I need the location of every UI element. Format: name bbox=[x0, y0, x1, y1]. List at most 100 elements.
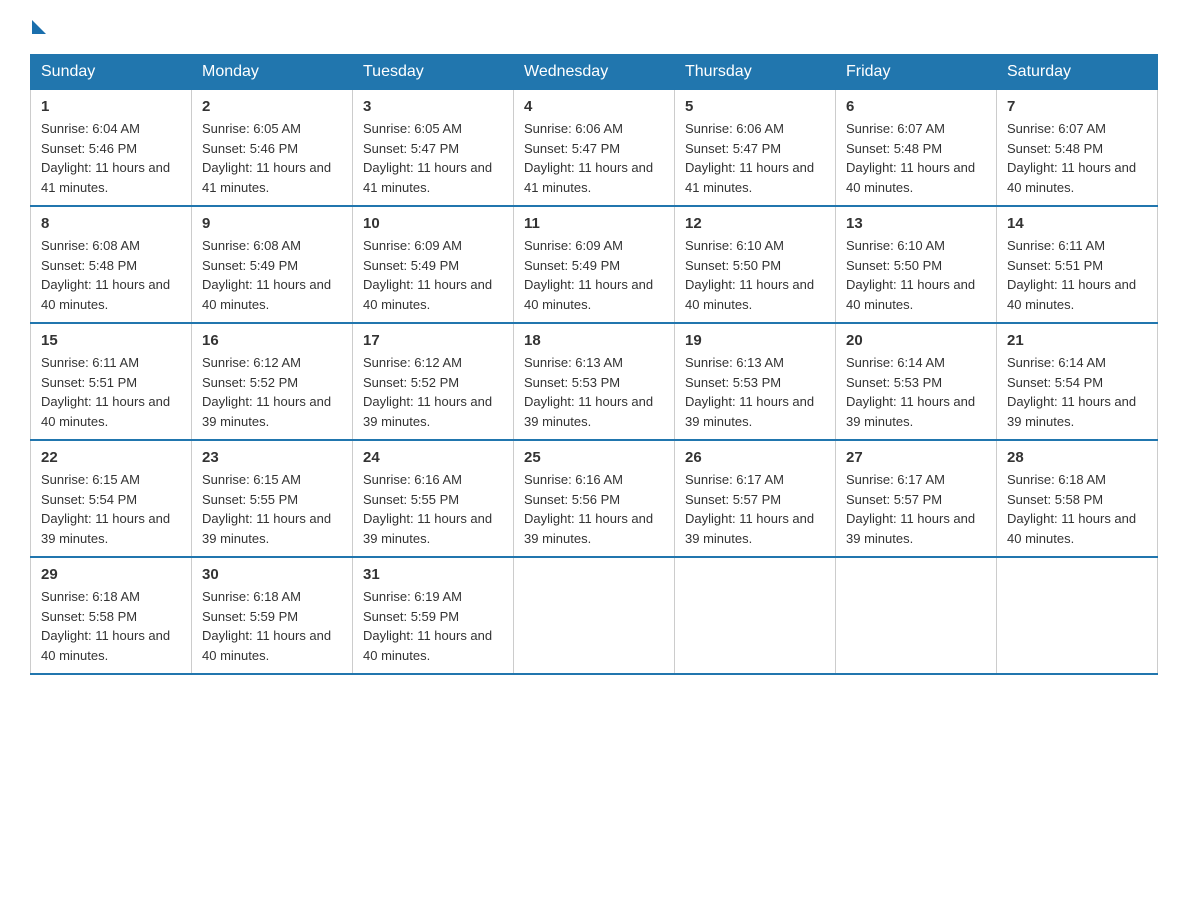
calendar-day-cell: 1 Sunrise: 6:04 AMSunset: 5:46 PMDayligh… bbox=[31, 90, 192, 207]
day-number: 13 bbox=[846, 215, 986, 232]
day-number: 15 bbox=[41, 332, 181, 349]
calendar-day-cell bbox=[675, 557, 836, 674]
day-info: Sunrise: 6:16 AMSunset: 5:56 PMDaylight:… bbox=[524, 470, 664, 548]
calendar-week-row: 15 Sunrise: 6:11 AMSunset: 5:51 PMDaylig… bbox=[31, 323, 1158, 440]
day-info: Sunrise: 6:12 AMSunset: 5:52 PMDaylight:… bbox=[363, 353, 503, 431]
calendar-day-cell: 2 Sunrise: 6:05 AMSunset: 5:46 PMDayligh… bbox=[192, 90, 353, 207]
day-number: 14 bbox=[1007, 215, 1147, 232]
calendar-day-cell: 31 Sunrise: 6:19 AMSunset: 5:59 PMDaylig… bbox=[353, 557, 514, 674]
calendar-day-cell: 24 Sunrise: 6:16 AMSunset: 5:55 PMDaylig… bbox=[353, 440, 514, 557]
day-info: Sunrise: 6:04 AMSunset: 5:46 PMDaylight:… bbox=[41, 119, 181, 197]
day-number: 26 bbox=[685, 449, 825, 466]
calendar-day-cell: 25 Sunrise: 6:16 AMSunset: 5:56 PMDaylig… bbox=[514, 440, 675, 557]
calendar-day-cell: 27 Sunrise: 6:17 AMSunset: 5:57 PMDaylig… bbox=[836, 440, 997, 557]
day-number: 19 bbox=[685, 332, 825, 349]
day-number: 17 bbox=[363, 332, 503, 349]
day-info: Sunrise: 6:18 AMSunset: 5:58 PMDaylight:… bbox=[41, 587, 181, 665]
day-info: Sunrise: 6:17 AMSunset: 5:57 PMDaylight:… bbox=[685, 470, 825, 548]
day-number: 2 bbox=[202, 98, 342, 115]
weekday-header-friday: Friday bbox=[836, 55, 997, 90]
calendar-day-cell: 11 Sunrise: 6:09 AMSunset: 5:49 PMDaylig… bbox=[514, 206, 675, 323]
day-number: 23 bbox=[202, 449, 342, 466]
day-number: 16 bbox=[202, 332, 342, 349]
calendar-table: SundayMondayTuesdayWednesdayThursdayFrid… bbox=[30, 54, 1158, 675]
day-info: Sunrise: 6:12 AMSunset: 5:52 PMDaylight:… bbox=[202, 353, 342, 431]
day-number: 18 bbox=[524, 332, 664, 349]
day-number: 7 bbox=[1007, 98, 1147, 115]
day-info: Sunrise: 6:06 AMSunset: 5:47 PMDaylight:… bbox=[685, 119, 825, 197]
calendar-day-cell: 7 Sunrise: 6:07 AMSunset: 5:48 PMDayligh… bbox=[997, 90, 1158, 207]
weekday-header-row: SundayMondayTuesdayWednesdayThursdayFrid… bbox=[31, 55, 1158, 90]
day-info: Sunrise: 6:08 AMSunset: 5:48 PMDaylight:… bbox=[41, 236, 181, 314]
page-header bbox=[30, 20, 1158, 34]
day-info: Sunrise: 6:06 AMSunset: 5:47 PMDaylight:… bbox=[524, 119, 664, 197]
day-number: 21 bbox=[1007, 332, 1147, 349]
calendar-day-cell: 15 Sunrise: 6:11 AMSunset: 5:51 PMDaylig… bbox=[31, 323, 192, 440]
calendar-day-cell: 12 Sunrise: 6:10 AMSunset: 5:50 PMDaylig… bbox=[675, 206, 836, 323]
day-info: Sunrise: 6:05 AMSunset: 5:47 PMDaylight:… bbox=[363, 119, 503, 197]
day-info: Sunrise: 6:14 AMSunset: 5:54 PMDaylight:… bbox=[1007, 353, 1147, 431]
day-info: Sunrise: 6:13 AMSunset: 5:53 PMDaylight:… bbox=[685, 353, 825, 431]
calendar-day-cell: 23 Sunrise: 6:15 AMSunset: 5:55 PMDaylig… bbox=[192, 440, 353, 557]
day-info: Sunrise: 6:10 AMSunset: 5:50 PMDaylight:… bbox=[685, 236, 825, 314]
day-info: Sunrise: 6:07 AMSunset: 5:48 PMDaylight:… bbox=[1007, 119, 1147, 197]
weekday-header-wednesday: Wednesday bbox=[514, 55, 675, 90]
calendar-day-cell: 16 Sunrise: 6:12 AMSunset: 5:52 PMDaylig… bbox=[192, 323, 353, 440]
day-info: Sunrise: 6:11 AMSunset: 5:51 PMDaylight:… bbox=[1007, 236, 1147, 314]
day-number: 10 bbox=[363, 215, 503, 232]
weekday-header-saturday: Saturday bbox=[997, 55, 1158, 90]
day-number: 20 bbox=[846, 332, 986, 349]
calendar-day-cell: 21 Sunrise: 6:14 AMSunset: 5:54 PMDaylig… bbox=[997, 323, 1158, 440]
calendar-week-row: 1 Sunrise: 6:04 AMSunset: 5:46 PMDayligh… bbox=[31, 90, 1158, 207]
day-number: 8 bbox=[41, 215, 181, 232]
day-info: Sunrise: 6:09 AMSunset: 5:49 PMDaylight:… bbox=[363, 236, 503, 314]
weekday-header-sunday: Sunday bbox=[31, 55, 192, 90]
day-number: 31 bbox=[363, 566, 503, 583]
day-number: 5 bbox=[685, 98, 825, 115]
day-number: 30 bbox=[202, 566, 342, 583]
logo bbox=[30, 20, 48, 34]
calendar-day-cell: 9 Sunrise: 6:08 AMSunset: 5:49 PMDayligh… bbox=[192, 206, 353, 323]
weekday-header-monday: Monday bbox=[192, 55, 353, 90]
day-info: Sunrise: 6:09 AMSunset: 5:49 PMDaylight:… bbox=[524, 236, 664, 314]
day-info: Sunrise: 6:10 AMSunset: 5:50 PMDaylight:… bbox=[846, 236, 986, 314]
calendar-week-row: 8 Sunrise: 6:08 AMSunset: 5:48 PMDayligh… bbox=[31, 206, 1158, 323]
logo-arrow-icon bbox=[32, 20, 46, 34]
calendar-day-cell: 20 Sunrise: 6:14 AMSunset: 5:53 PMDaylig… bbox=[836, 323, 997, 440]
calendar-day-cell: 18 Sunrise: 6:13 AMSunset: 5:53 PMDaylig… bbox=[514, 323, 675, 440]
calendar-day-cell: 10 Sunrise: 6:09 AMSunset: 5:49 PMDaylig… bbox=[353, 206, 514, 323]
calendar-day-cell: 29 Sunrise: 6:18 AMSunset: 5:58 PMDaylig… bbox=[31, 557, 192, 674]
calendar-day-cell: 8 Sunrise: 6:08 AMSunset: 5:48 PMDayligh… bbox=[31, 206, 192, 323]
day-number: 22 bbox=[41, 449, 181, 466]
calendar-day-cell: 6 Sunrise: 6:07 AMSunset: 5:48 PMDayligh… bbox=[836, 90, 997, 207]
day-number: 27 bbox=[846, 449, 986, 466]
day-number: 11 bbox=[524, 215, 664, 232]
weekday-header-tuesday: Tuesday bbox=[353, 55, 514, 90]
calendar-day-cell: 13 Sunrise: 6:10 AMSunset: 5:50 PMDaylig… bbox=[836, 206, 997, 323]
calendar-body: 1 Sunrise: 6:04 AMSunset: 5:46 PMDayligh… bbox=[31, 90, 1158, 675]
day-info: Sunrise: 6:07 AMSunset: 5:48 PMDaylight:… bbox=[846, 119, 986, 197]
day-number: 25 bbox=[524, 449, 664, 466]
day-number: 3 bbox=[363, 98, 503, 115]
day-info: Sunrise: 6:16 AMSunset: 5:55 PMDaylight:… bbox=[363, 470, 503, 548]
day-number: 1 bbox=[41, 98, 181, 115]
day-info: Sunrise: 6:11 AMSunset: 5:51 PMDaylight:… bbox=[41, 353, 181, 431]
calendar-day-cell: 28 Sunrise: 6:18 AMSunset: 5:58 PMDaylig… bbox=[997, 440, 1158, 557]
calendar-day-cell: 5 Sunrise: 6:06 AMSunset: 5:47 PMDayligh… bbox=[675, 90, 836, 207]
day-info: Sunrise: 6:19 AMSunset: 5:59 PMDaylight:… bbox=[363, 587, 503, 665]
day-info: Sunrise: 6:18 AMSunset: 5:58 PMDaylight:… bbox=[1007, 470, 1147, 548]
calendar-week-row: 29 Sunrise: 6:18 AMSunset: 5:58 PMDaylig… bbox=[31, 557, 1158, 674]
calendar-day-cell: 3 Sunrise: 6:05 AMSunset: 5:47 PMDayligh… bbox=[353, 90, 514, 207]
calendar-day-cell: 19 Sunrise: 6:13 AMSunset: 5:53 PMDaylig… bbox=[675, 323, 836, 440]
calendar-day-cell bbox=[514, 557, 675, 674]
day-info: Sunrise: 6:08 AMSunset: 5:49 PMDaylight:… bbox=[202, 236, 342, 314]
day-info: Sunrise: 6:15 AMSunset: 5:55 PMDaylight:… bbox=[202, 470, 342, 548]
calendar-day-cell bbox=[997, 557, 1158, 674]
calendar-day-cell: 22 Sunrise: 6:15 AMSunset: 5:54 PMDaylig… bbox=[31, 440, 192, 557]
day-info: Sunrise: 6:15 AMSunset: 5:54 PMDaylight:… bbox=[41, 470, 181, 548]
day-number: 28 bbox=[1007, 449, 1147, 466]
day-info: Sunrise: 6:18 AMSunset: 5:59 PMDaylight:… bbox=[202, 587, 342, 665]
day-info: Sunrise: 6:13 AMSunset: 5:53 PMDaylight:… bbox=[524, 353, 664, 431]
day-number: 29 bbox=[41, 566, 181, 583]
calendar-week-row: 22 Sunrise: 6:15 AMSunset: 5:54 PMDaylig… bbox=[31, 440, 1158, 557]
